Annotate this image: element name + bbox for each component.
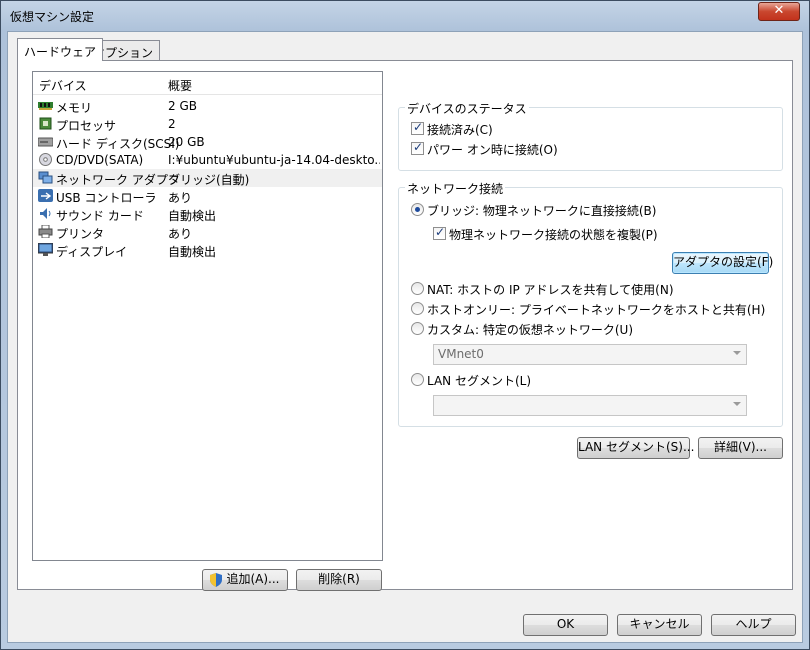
display-icon: [38, 243, 53, 256]
configure-adapters-button[interactable]: アダプタの設定(F): [672, 252, 773, 274]
device-row-network-adapter[interactable]: ネットワーク アダプタ ブリッジ(自動): [33, 169, 382, 187]
remove-device-button[interactable]: 削除(R): [296, 569, 382, 591]
bridged-radio[interactable]: [411, 203, 424, 216]
custom-network-select[interactable]: VMnet0: [433, 344, 747, 365]
device-row-display[interactable]: ディスプレイ 自動検出: [33, 241, 382, 259]
hard-disk-icon: [38, 137, 53, 147]
nat-label[interactable]: NAT: ホストの IP アドレスを共有して使用(N): [427, 281, 674, 298]
bridged-label[interactable]: ブリッジ: 物理ネットワークに直接接続(B): [427, 202, 656, 219]
device-name: ディスプレイ: [56, 245, 128, 259]
device-name: サウンド カード: [56, 209, 144, 223]
add-device-button-label: 追加(A)...: [226, 572, 280, 586]
device-name: ネットワーク アダプタ: [56, 173, 180, 187]
host-only-radio[interactable]: [411, 302, 424, 315]
chevron-down-icon: [733, 351, 741, 355]
chevron-down-icon: [733, 402, 741, 406]
custom-label[interactable]: カスタム: 特定の仮想ネットワーク(U): [427, 321, 633, 338]
device-summary: 自動検出: [168, 245, 217, 259]
cd-dvd-icon: [39, 153, 52, 166]
cancel-button[interactable]: キャンセル: [617, 614, 702, 636]
add-device-button[interactable]: 追加(A)...: [202, 569, 288, 591]
device-summary: 自動検出: [168, 209, 217, 223]
network-connection-title: ネットワーク接続: [405, 180, 506, 197]
ok-button[interactable]: OK: [523, 614, 608, 636]
device-name: USB コントローラ: [56, 191, 157, 205]
tab-hardware[interactable]: ハードウェア: [17, 38, 104, 61]
lan-segment-label[interactable]: LAN セグメント(L): [427, 372, 531, 389]
help-button[interactable]: ヘルプ: [711, 614, 796, 636]
device-row-sound-card[interactable]: サウンド カード 自動検出: [33, 205, 382, 223]
lan-segments-button[interactable]: LAN セグメント(S)...: [577, 437, 694, 459]
replicate-state-label[interactable]: 物理ネットワーク接続の状態を複製(P): [449, 226, 658, 243]
title-bar[interactable]: 仮想マシン設定 ✕: [1, 1, 809, 31]
connected-label[interactable]: 接続済み(C): [427, 121, 493, 138]
device-row-printer[interactable]: プリンタ あり: [33, 223, 382, 241]
device-row-hard-disk[interactable]: ハード ディスク(SCSI) 20 GB: [33, 133, 382, 151]
network-adapter-icon: [38, 171, 53, 184]
usb-icon: [38, 189, 53, 202]
device-summary: 2: [168, 117, 176, 131]
printer-icon: [38, 225, 53, 238]
device-summary: I:¥ubuntu¥ubuntu-ja-14.04-deskto...: [168, 153, 380, 167]
close-button[interactable]: ✕: [758, 2, 800, 21]
lan-segment-radio[interactable]: [411, 373, 424, 386]
device-row-cd-dvd[interactable]: CD/DVD(SATA) I:¥ubuntu¥ubuntu-ja-14.04-d…: [33, 151, 382, 169]
memory-icon: [38, 102, 53, 110]
device-summary: あり: [168, 191, 193, 205]
device-summary: あり: [168, 227, 193, 241]
device-summary: ブリッジ(自動): [168, 173, 250, 187]
device-name: メモリ: [56, 101, 93, 115]
device-row-processor[interactable]: プロセッサ 2: [33, 115, 382, 133]
connected-checkbox[interactable]: [411, 120, 424, 135]
connect-at-power-on-checkbox[interactable]: [411, 140, 424, 155]
device-status-title: デバイスのステータス: [405, 100, 529, 117]
device-summary: 2 GB: [168, 99, 197, 113]
replicate-state-checkbox[interactable]: [433, 225, 446, 240]
device-row-memory[interactable]: メモリ 2 GB: [33, 97, 382, 115]
dialog-client: ハードウェア オプション デバイス 概要 メモリ 2 GB プロセッサ 2 ハー…: [7, 31, 803, 643]
processor-icon: [39, 117, 52, 130]
device-name: CD/DVD(SATA): [56, 153, 144, 167]
host-only-label[interactable]: ホストオンリー: プライベートネットワークをホストと共有(H): [427, 301, 765, 318]
custom-radio[interactable]: [411, 322, 424, 335]
advanced-button[interactable]: 詳細(V)...: [698, 437, 783, 459]
custom-network-value: VMnet0: [438, 347, 484, 361]
device-name: プリンタ: [56, 227, 105, 241]
device-name: プロセッサ: [56, 119, 117, 133]
device-summary: 20 GB: [168, 135, 205, 149]
hardware-tab-page: デバイス 概要 メモリ 2 GB プロセッサ 2 ハード ディスク(SCSI) …: [17, 60, 793, 591]
device-list[interactable]: デバイス 概要 メモリ 2 GB プロセッサ 2 ハード ディスク(SCSI) …: [32, 71, 383, 561]
device-status-group: デバイスのステータス 接続済み(C) パワー オン時に接続(O): [398, 100, 783, 171]
lan-segment-select[interactable]: [433, 395, 747, 416]
device-list-header: デバイス 概要: [33, 72, 382, 95]
device-row-usb-controller[interactable]: USB コントローラ あり: [33, 187, 382, 205]
network-connection-group: ネットワーク接続 ブリッジ: 物理ネットワークに直接接続(B) 物理ネットワーク…: [398, 180, 783, 427]
column-header-summary[interactable]: 概要: [168, 77, 192, 94]
connect-at-power-on-label[interactable]: パワー オン時に接続(O): [427, 141, 558, 158]
vm-settings-window: 仮想マシン設定 ✕ ハードウェア オプション デバイス 概要 メモリ 2 GB …: [0, 0, 810, 650]
column-header-device[interactable]: デバイス: [39, 77, 87, 94]
device-name: ハード ディスク(SCSI): [56, 137, 180, 151]
uac-shield-icon: [210, 573, 222, 587]
sound-card-icon: [40, 208, 51, 219]
window-title: 仮想マシン設定: [10, 10, 95, 24]
nat-radio[interactable]: [411, 282, 424, 295]
